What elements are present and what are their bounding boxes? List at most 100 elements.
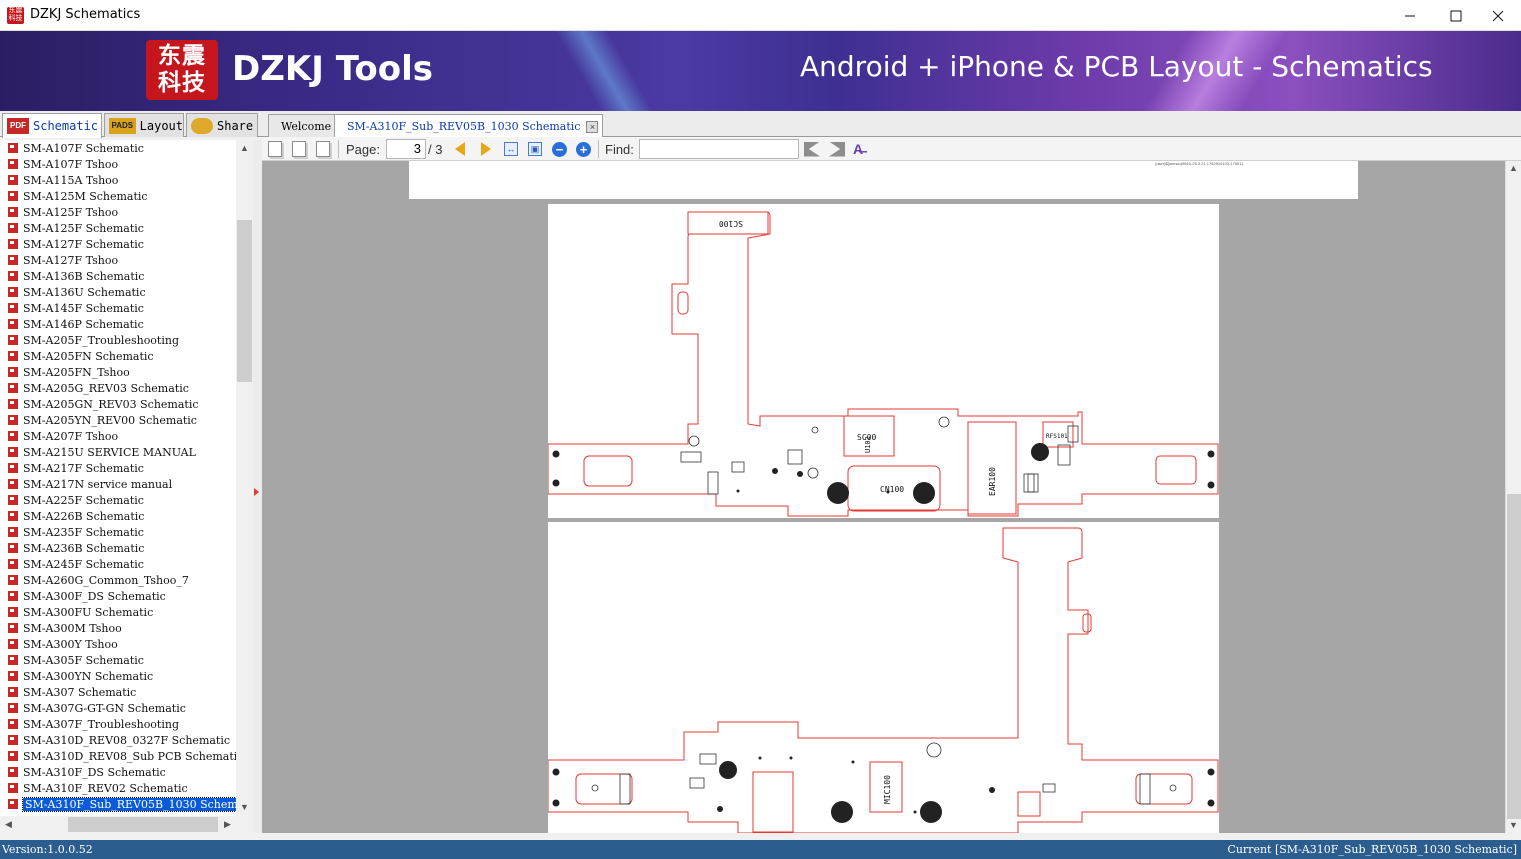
list-item[interactable]: SM-A260G_Common_Tshoo_7 <box>0 572 236 588</box>
scroll-left-icon[interactable]: ◀ <box>0 816 17 833</box>
tab-current-document[interactable]: SM-A310F_Sub_REV05B_1030 Schematic × <box>334 114 604 138</box>
list-item[interactable]: SM-A136U Schematic <box>0 284 236 300</box>
list-item[interactable]: SM-A300YN Schematic <box>0 668 236 684</box>
scroll-thumb[interactable] <box>237 220 252 382</box>
banner-tagline: Android + iPhone & PCB Layout - Schemati… <box>800 50 1433 83</box>
viewer-toolbar: Page: 3 / 3 ↔ ▣ − + Find: A̶ <box>262 137 1521 161</box>
collapse-arrow-icon[interactable] <box>254 488 259 496</box>
list-item[interactable]: SM-A146P Schematic <box>0 316 236 332</box>
list-item[interactable]: SM-A307 Schematic <box>0 684 236 700</box>
match-case-button[interactable]: A̶ <box>853 140 863 158</box>
list-item[interactable]: SM-A300F_DS Schematic <box>0 588 236 604</box>
page-header-text: (user)$(semco)9610-25.3.21 1762910103-17… <box>1155 161 1244 166</box>
list-item[interactable]: SM-A127F Schematic <box>0 236 236 252</box>
list-item[interactable]: SM-A300FU Schematic <box>0 604 236 620</box>
fit-page-button[interactable]: ▣ <box>528 140 542 158</box>
minimize-button[interactable] <box>1387 0 1433 31</box>
fit-width-icon: ↔ <box>504 142 518 156</box>
zoom-out-button[interactable]: − <box>552 140 567 158</box>
file-list-hscrollbar[interactable]: ◀ ▶ <box>0 816 236 833</box>
list-item[interactable]: SM-A205GN_REV03 Schematic <box>0 396 236 412</box>
list-item[interactable]: SM-A235F Schematic <box>0 524 236 540</box>
list-item[interactable]: SM-A136B Schematic <box>0 268 236 284</box>
list-item[interactable]: SM-A305F Schematic <box>0 652 236 668</box>
list-item[interactable]: SM-A205G_REV03 Schematic <box>0 380 236 396</box>
pdf-file-icon <box>8 415 18 425</box>
close-tab-icon[interactable]: × <box>586 120 599 133</box>
scroll-right-icon[interactable]: ▶ <box>219 816 236 833</box>
list-item[interactable]: SM-A215U SERVICE MANUAL <box>0 444 236 460</box>
find-previous-button[interactable] <box>804 140 820 158</box>
list-item[interactable]: SM-A225F Schematic <box>0 492 236 508</box>
document-viewer[interactable]: (user)$(semco)9610-25.3.21 1762910103-17… <box>262 161 1505 833</box>
list-item[interactable]: SM-A205F_Troubleshooting <box>0 332 236 348</box>
list-item[interactable]: SM-A310F_Sub_REV05B_1030 Schematic <box>0 796 236 812</box>
list-item[interactable]: SM-A310D_REV08_0327F Schematic <box>0 732 236 748</box>
list-item[interactable]: SM-A236B Schematic <box>0 540 236 556</box>
scroll-down-icon[interactable]: ▼ <box>1506 818 1521 833</box>
tab-schematic[interactable]: PDF Schematic <box>2 113 102 138</box>
list-item[interactable]: SM-A207F Tshoo <box>0 428 236 444</box>
scroll-thumb[interactable] <box>1507 494 1521 819</box>
list-item[interactable]: SM-A127F Tshoo <box>0 252 236 268</box>
file-name: SM-A310D_REV08_0327F Schematic <box>23 733 231 747</box>
pcb-label-rf: RFS101 <box>1046 433 1068 440</box>
hscroll-thumb[interactable] <box>68 817 218 832</box>
tab-welcome[interactable]: Welcome <box>268 114 345 137</box>
tab-share[interactable]: Share <box>186 113 258 137</box>
list-item[interactable]: SM-A310F_DS Schematic <box>0 764 236 780</box>
list-item[interactable]: SM-A307G-GT-GN Schematic <box>0 700 236 716</box>
list-item[interactable]: SM-A115A Tshoo <box>0 172 236 188</box>
list-item[interactable]: SM-A300M Tshoo <box>0 620 236 636</box>
viewer-scrollbar[interactable]: ▲ ▼ <box>1505 161 1521 833</box>
next-page-button[interactable] <box>481 140 491 158</box>
list-item[interactable]: SM-A205FN Schematic <box>0 348 236 364</box>
file-name: SM-A307F_Troubleshooting <box>23 717 179 731</box>
list-item[interactable]: SM-A310F_REV02 Schematic <box>0 780 236 796</box>
file-name: SM-A300M Tshoo <box>23 621 122 635</box>
scroll-down-icon[interactable]: ▼ <box>236 799 253 816</box>
file-name: SM-A205GN_REV03 Schematic <box>23 397 199 411</box>
pdf-file-icon <box>8 191 18 201</box>
find-next-button[interactable] <box>829 140 845 158</box>
scroll-up-icon[interactable]: ▲ <box>236 140 253 157</box>
find-input[interactable] <box>639 139 799 159</box>
close-button[interactable] <box>1475 0 1521 31</box>
scroll-up-icon[interactable]: ▲ <box>1506 161 1521 176</box>
list-item[interactable]: SM-A245F Schematic <box>0 556 236 572</box>
close-icon <box>1492 10 1504 21</box>
list-item[interactable]: SM-A145F Schematic <box>0 300 236 316</box>
file-name: SM-A107F Schematic <box>23 141 144 155</box>
tab-layout[interactable]: PADS Layout <box>104 113 184 137</box>
minimize-icon <box>1405 15 1415 16</box>
list-item[interactable]: SM-A205FN_Tshoo <box>0 364 236 380</box>
maximize-button[interactable] <box>1433 0 1479 31</box>
list-item[interactable]: SM-A107F Schematic <box>0 140 236 156</box>
copy-all-button[interactable] <box>316 140 330 158</box>
list-item[interactable]: SM-A125M Schematic <box>0 188 236 204</box>
fit-width-button[interactable]: ↔ <box>504 140 518 158</box>
pads-icon: PADS <box>109 117 136 134</box>
panel-splitter[interactable] <box>253 140 262 833</box>
copy-page-button[interactable] <box>292 140 306 158</box>
pdf-file-icon <box>8 239 18 249</box>
list-item[interactable]: SM-A217N service manual <box>0 476 236 492</box>
list-item[interactable]: SM-A205YN_REV00 Schematic <box>0 412 236 428</box>
pcb-label-u102: U102 <box>864 436 872 453</box>
page-number-input[interactable]: 3 <box>386 139 426 159</box>
list-item[interactable]: SM-A125F Tshoo <box>0 204 236 220</box>
pdf-file-icon <box>8 671 18 681</box>
pcb-outline-top: SC100 SC00 U102 CN100 EAR100 RFS101 <box>548 211 1219 517</box>
list-item[interactable]: SM-A226B Schematic <box>0 508 236 524</box>
list-item[interactable]: SM-A107F Tshoo <box>0 156 236 172</box>
copy-button[interactable] <box>268 140 282 158</box>
zoom-in-button[interactable]: + <box>576 140 591 158</box>
list-item[interactable]: SM-A300Y Tshoo <box>0 636 236 652</box>
list-item[interactable]: SM-A125F Schematic <box>0 220 236 236</box>
list-item[interactable]: SM-A310D_REV08_Sub PCB Schematic <box>0 748 236 764</box>
file-name: SM-A217N service manual <box>23 477 173 491</box>
file-list-scrollbar[interactable]: ▲ ▼ <box>236 140 253 816</box>
list-item[interactable]: SM-A217F Schematic <box>0 460 236 476</box>
list-item[interactable]: SM-A307F_Troubleshooting <box>0 716 236 732</box>
previous-page-button[interactable] <box>455 140 465 158</box>
